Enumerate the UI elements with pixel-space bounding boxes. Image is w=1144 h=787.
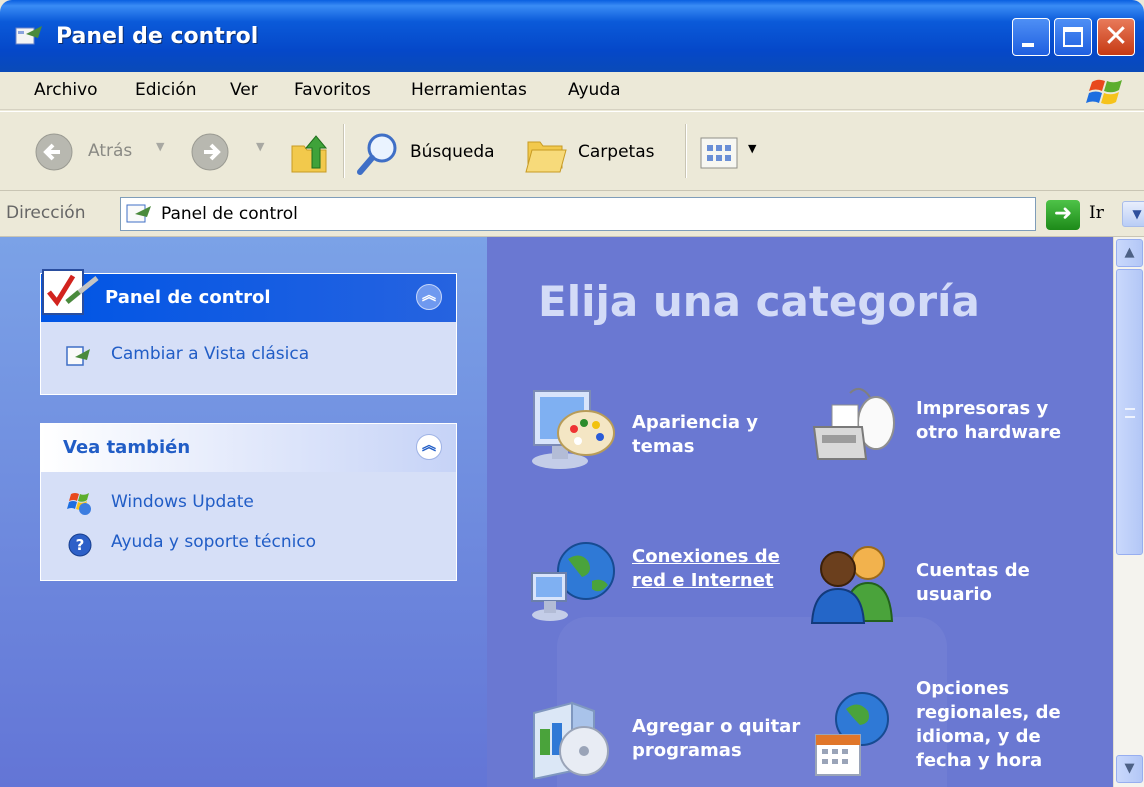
network-icon: [531, 542, 615, 621]
toolbar: Atrás ▼ ▼ Búsqueda Carpetas ▼: [0, 111, 1144, 191]
control-panel-taskbox-header[interactable]: Panel de control ︽: [41, 269, 456, 322]
printer-icon: [812, 387, 895, 460]
scroll-down-icon[interactable]: ▼: [1116, 755, 1143, 783]
back-dropdown-icon[interactable]: ▼: [156, 140, 164, 153]
collapse-icon[interactable]: ︽: [416, 284, 442, 310]
forward-dropdown-icon[interactable]: ▼: [256, 140, 264, 153]
folders-icon: [525, 141, 567, 173]
taskbox-title: Panel de control: [105, 287, 271, 308]
category-regional-options[interactable]: Opciones regionales, de idioma, y de fec…: [810, 677, 1080, 787]
category-add-remove-programs[interactable]: Agregar o quitar programas: [528, 689, 800, 787]
category-label: Agregar o quitar programas: [632, 716, 801, 761]
address-value: Panel de control: [161, 204, 298, 224]
category-appearance[interactable]: Apariencia y temas: [528, 377, 788, 487]
address-dropdown-icon[interactable]: ▼: [1122, 201, 1144, 227]
up-folder-icon[interactable]: [290, 134, 332, 174]
control-panel-large-icon: [42, 269, 99, 315]
category-label: Impresoras y otro hardware: [916, 398, 1062, 443]
category-label: Cuentas de usuario: [916, 560, 1030, 605]
views-dropdown-icon: ▼: [748, 142, 757, 155]
folders-label: Carpetas: [578, 142, 655, 162]
maximize-button[interactable]: [1054, 18, 1092, 56]
close-button[interactable]: ✕: [1097, 18, 1135, 56]
users-icon: [810, 546, 894, 624]
search-label: Búsqueda: [410, 142, 495, 162]
menu-herramientas[interactable]: Herramientas: [411, 80, 527, 100]
search-button[interactable]: Búsqueda: [356, 132, 506, 175]
forward-button[interactable]: ▼: [190, 132, 266, 174]
menu-bar: Archivo Edición Ver Favoritos Herramient…: [0, 72, 1144, 110]
category-network[interactable]: Conexiones de red e Internet: [528, 533, 788, 643]
window-title: Panel de control: [56, 24, 259, 49]
scroll-thumb[interactable]: [1116, 269, 1143, 555]
minimize-button[interactable]: [1012, 18, 1050, 56]
page-heading: Elija una categoría: [538, 277, 980, 326]
go-button[interactable]: ➜: [1046, 200, 1080, 230]
control-panel-taskbox: Panel de control ︽ Cambiar a Vista clási…: [40, 269, 457, 395]
address-bar: Dirección Panel de control ▼ ➜ Ir: [0, 191, 1144, 237]
menu-archivo[interactable]: Archivo: [34, 80, 98, 100]
views-button[interactable]: ▼: [698, 134, 768, 174]
toolbar-separator: [343, 124, 345, 178]
title-bar[interactable]: Panel de control ✕: [0, 0, 1144, 72]
search-icon: [357, 133, 397, 175]
category-label: Conexiones de red e Internet: [632, 546, 780, 591]
vertical-scrollbar[interactable]: ▲ ▼: [1113, 237, 1144, 787]
windows-update-icon: [67, 493, 91, 515]
forward-arrow-icon: [191, 133, 229, 171]
control-panel-icon: [126, 204, 151, 223]
help-icon: ?: [68, 533, 92, 557]
folders-button[interactable]: Carpetas: [524, 132, 674, 174]
control-panel-icon: [15, 26, 42, 45]
scroll-up-icon[interactable]: ▲: [1116, 239, 1143, 267]
address-input[interactable]: Panel de control ▼: [120, 197, 1144, 231]
switch-classic-view-link[interactable]: Cambiar a Vista clásica: [111, 344, 309, 364]
appearance-icon: [532, 390, 615, 469]
menu-ver[interactable]: Ver: [230, 80, 258, 100]
views-icon: [700, 137, 738, 169]
add-remove-programs-icon: [533, 701, 609, 779]
content-area: Panel de control ︽ Cambiar a Vista clási…: [0, 237, 1144, 787]
category-label: Opciones regionales, de idioma, y de fec…: [916, 678, 1061, 771]
windows-update-link[interactable]: Windows Update: [111, 492, 254, 512]
category-printers-hardware[interactable]: Impresoras y otro hardware: [810, 377, 1080, 487]
close-icon: ✕: [1103, 19, 1129, 54]
back-arrow-icon: [35, 133, 73, 171]
collapse-icon[interactable]: ︽: [416, 434, 442, 460]
svg-text:?: ?: [76, 536, 85, 554]
minimize-icon: [1022, 43, 1034, 47]
category-label: Apariencia y temas: [632, 412, 759, 457]
task-pane: Panel de control ︽ Cambiar a Vista clási…: [0, 237, 487, 787]
windows-logo-icon: [1086, 79, 1122, 105]
help-support-link[interactable]: Ayuda y soporte técnico: [111, 532, 316, 552]
see-also-taskbox: Vea también ︽ Windows Update ? Ayuda y s…: [40, 423, 457, 581]
category-user-accounts[interactable]: Cuentas de usuario: [810, 533, 1080, 643]
menu-edicion[interactable]: Edición: [135, 80, 197, 100]
menu-ayuda[interactable]: Ayuda: [568, 80, 621, 100]
address-label: Dirección: [6, 203, 86, 223]
go-label[interactable]: Ir: [1089, 203, 1104, 223]
go-arrow-icon: ➜: [1053, 201, 1073, 226]
toolbar-separator: [685, 124, 687, 178]
taskbox-title: Vea también: [63, 437, 191, 458]
regional-options-icon: [815, 692, 889, 776]
menu-favoritos[interactable]: Favoritos: [294, 80, 371, 100]
scroll-grip: [1125, 408, 1135, 418]
back-label: Atrás: [88, 141, 133, 161]
switch-view-icon: [66, 346, 90, 366]
see-also-taskbox-header[interactable]: Vea también ︽: [41, 424, 456, 472]
back-button[interactable]: Atrás ▼: [34, 132, 164, 174]
maximize-icon: [1063, 27, 1083, 47]
